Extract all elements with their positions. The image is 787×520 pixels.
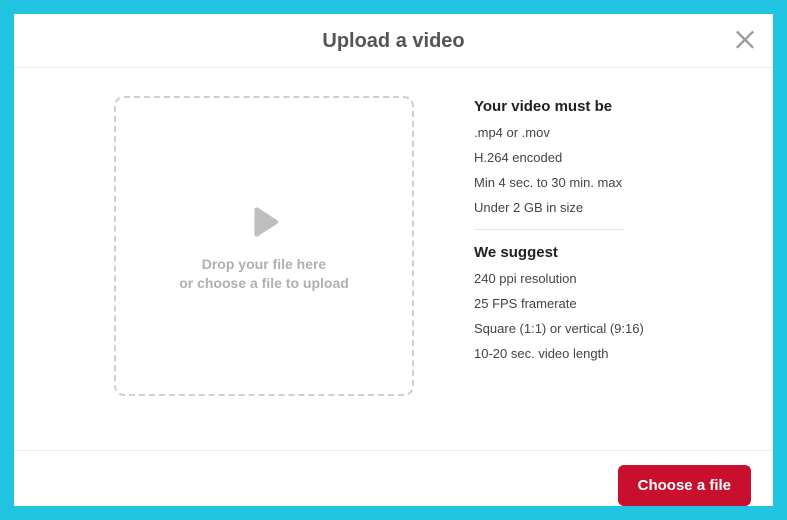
play-icon (241, 199, 287, 245)
dropzone-text-line1: Drop your file here (179, 255, 349, 274)
modal-title: Upload a video (14, 30, 773, 53)
suggestion-item: 25 FPS framerate (474, 296, 694, 311)
specs-panel: Your video must be .mp4 or .mov H.264 en… (474, 96, 694, 430)
dropzone-text: Drop your file here or choose a file to … (179, 255, 349, 293)
requirement-item: Under 2 GB in size (474, 200, 694, 215)
file-dropzone[interactable]: Drop your file here or choose a file to … (114, 96, 414, 396)
modal-header: Upload a video (14, 14, 773, 68)
spec-divider (474, 229, 624, 230)
close-icon[interactable] (731, 24, 759, 52)
choose-file-button[interactable]: Choose a file (618, 465, 751, 506)
upload-video-modal: Upload a video Drop your file here or ch… (14, 14, 773, 506)
requirements-title: Your video must be (474, 98, 694, 115)
outer-frame: Upload a video Drop your file here or ch… (0, 0, 787, 520)
suggestion-item: Square (1:1) or vertical (9:16) (474, 321, 694, 336)
suggestions-title: We suggest (474, 244, 694, 261)
dropzone-text-line2: or choose a file to upload (179, 274, 349, 293)
suggestion-item: 240 ppi resolution (474, 271, 694, 286)
modal-body: Drop your file here or choose a file to … (14, 68, 773, 451)
requirement-item: Min 4 sec. to 30 min. max (474, 175, 694, 190)
requirement-item: .mp4 or .mov (474, 125, 694, 140)
requirement-item: H.264 encoded (474, 150, 694, 165)
suggestion-item: 10-20 sec. video length (474, 346, 694, 361)
modal-footer: Choose a file (14, 451, 773, 506)
